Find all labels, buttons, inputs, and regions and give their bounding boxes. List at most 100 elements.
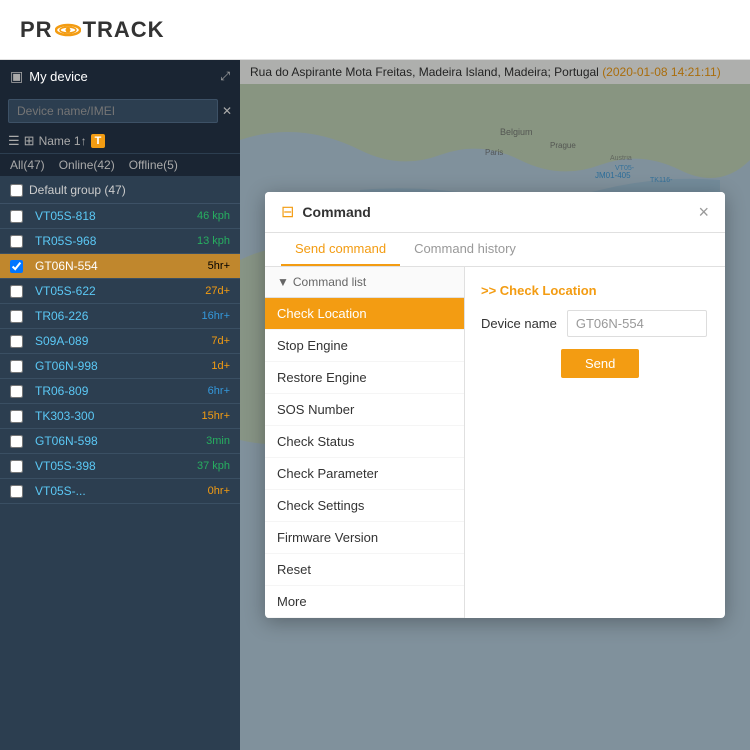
command-list-panel: ▼ Command list Check LocationStop Engine… xyxy=(265,267,465,618)
device-name-3: VT05S-622 xyxy=(35,284,96,298)
device-row[interactable]: S09A-089 7d+ xyxy=(0,329,240,354)
device-name-11: VT05S-... xyxy=(35,484,86,498)
device-list: Default group (47) VT05S-818 46 kph TR05… xyxy=(0,177,240,750)
device-checkbox-3[interactable] xyxy=(10,285,23,298)
device-checkbox-8[interactable] xyxy=(10,410,23,423)
device-status-6: 1d+ xyxy=(211,360,230,372)
logo-icon xyxy=(55,21,81,39)
device-icon: ▣ xyxy=(10,68,23,85)
expand-icon[interactable]: ⤢ xyxy=(220,69,230,84)
command-item-3[interactable]: SOS Number xyxy=(265,394,464,426)
search-clear-icon[interactable]: ✕ xyxy=(222,104,232,118)
device-row[interactable]: VT05S-622 27d+ xyxy=(0,279,240,304)
search-bar: ✕ xyxy=(0,93,240,129)
device-tabs: All(47) Online(42) Offline(5) xyxy=(0,154,240,177)
send-button[interactable]: Send xyxy=(561,349,639,378)
modal-body: ▼ Command list Check LocationStop Engine… xyxy=(265,267,725,618)
map-area: Rua do Aspirante Mota Freitas, Madeira I… xyxy=(240,60,750,750)
tab-all[interactable]: All(47) xyxy=(8,154,47,176)
check-location-link[interactable]: >> Check Location xyxy=(481,283,709,298)
device-status-10: 37 kph xyxy=(197,460,230,472)
command-item-9[interactable]: More xyxy=(265,586,464,618)
device-checkbox-7[interactable] xyxy=(10,385,23,398)
device-name-4: TR06-226 xyxy=(35,309,88,323)
device-row[interactable]: TR05S-968 13 kph xyxy=(0,229,240,254)
device-status-3: 27d+ xyxy=(205,285,230,297)
device-status-1: 13 kph xyxy=(197,235,230,247)
device-name-7: TR06-809 xyxy=(35,384,88,398)
device-checkbox-9[interactable] xyxy=(10,435,23,448)
search-input[interactable] xyxy=(8,99,218,123)
device-row[interactable]: TR06-226 16hr+ xyxy=(0,304,240,329)
device-row[interactable]: VT05S-... 0hr+ xyxy=(0,479,240,504)
command-modal: ⊟ Command × Send command Command history… xyxy=(265,192,725,618)
sort-button[interactable]: Name 1↑ xyxy=(39,134,87,148)
command-item-7[interactable]: Firmware Version xyxy=(265,522,464,554)
device-name-input[interactable] xyxy=(567,310,707,337)
tab-send-command[interactable]: Send command xyxy=(281,233,400,266)
device-name-5: S09A-089 xyxy=(35,334,88,348)
logo-text-before: PR xyxy=(20,17,53,43)
group-label: Default group (47) xyxy=(29,183,126,197)
device-row[interactable]: GT06N-554 5hr+ xyxy=(0,254,240,279)
device-checkbox-10[interactable] xyxy=(10,460,23,473)
device-name-row: Device name xyxy=(481,310,709,337)
sidebar-header-title: My device xyxy=(29,69,88,84)
device-row[interactable]: TK303-300 15hr+ xyxy=(0,404,240,429)
tab-command-history[interactable]: Command history xyxy=(400,233,530,266)
device-checkbox-0[interactable] xyxy=(10,210,23,223)
command-list-header: ▼ Command list xyxy=(265,267,464,298)
modal-title: Command xyxy=(302,204,370,220)
device-row[interactable]: TR06-809 6hr+ xyxy=(0,379,240,404)
logo-text-after: TRACK xyxy=(83,17,165,43)
tab-online[interactable]: Online(42) xyxy=(57,154,117,176)
top-bar: PR TRACK xyxy=(0,0,750,60)
modal-tabs: Send command Command history xyxy=(265,233,725,267)
modal-title-row: ⊟ Command xyxy=(281,202,371,222)
device-checkbox-6[interactable] xyxy=(10,360,23,373)
device-status-5: 7d+ xyxy=(211,335,230,347)
modal-close-button[interactable]: × xyxy=(698,203,709,221)
device-status-11: 0hr+ xyxy=(208,485,230,497)
device-status-8: 15hr+ xyxy=(202,410,230,422)
modal-header: ⊟ Command × xyxy=(265,192,725,233)
device-row[interactable]: VT05S-398 37 kph xyxy=(0,454,240,479)
command-item-8[interactable]: Reset xyxy=(265,554,464,586)
device-row[interactable]: GT06N-598 3min xyxy=(0,429,240,454)
device-row[interactable]: VT05S-818 46 kph xyxy=(0,204,240,229)
filter-bar: ☰ ⊞ Name 1↑ T xyxy=(0,129,240,154)
device-name-2: GT06N-554 xyxy=(35,259,98,273)
grid-view-icon[interactable]: ⊞ xyxy=(24,133,35,149)
device-status-2: 5hr+ xyxy=(208,260,230,272)
command-item-5[interactable]: Check Parameter xyxy=(265,458,464,490)
list-view-icon[interactable]: ☰ xyxy=(8,133,20,149)
device-checkbox-2[interactable] xyxy=(10,260,23,273)
command-item-6[interactable]: Check Settings xyxy=(265,490,464,522)
device-name-1: TR05S-968 xyxy=(35,234,96,248)
command-right-panel: >> Check Location Device name Send xyxy=(465,267,725,618)
command-item-1[interactable]: Stop Engine xyxy=(265,330,464,362)
group-checkbox[interactable] xyxy=(10,184,23,197)
sidebar-header: ▣ My device ⤢ xyxy=(0,60,240,93)
device-row[interactable]: GT06N-998 1d+ xyxy=(0,354,240,379)
command-item-4[interactable]: Check Status xyxy=(265,426,464,458)
device-status-0: 46 kph xyxy=(197,210,230,222)
logo: PR TRACK xyxy=(20,17,165,43)
command-item-0[interactable]: Check Location xyxy=(265,298,464,330)
device-status-7: 6hr+ xyxy=(208,385,230,397)
device-checkbox-4[interactable] xyxy=(10,310,23,323)
device-name-label: Device name xyxy=(481,316,557,331)
device-name-9: GT06N-598 xyxy=(35,434,98,448)
device-checkbox-1[interactable] xyxy=(10,235,23,248)
t-badge: T xyxy=(91,134,106,148)
device-name-10: VT05S-398 xyxy=(35,459,96,473)
collapse-icon[interactable]: ▼ xyxy=(277,275,289,289)
command-items-container: Check LocationStop EngineRestore EngineS… xyxy=(265,298,464,618)
sort-label: Name 1↑ xyxy=(39,134,87,148)
device-name-8: TK303-300 xyxy=(35,409,94,423)
device-checkbox-5[interactable] xyxy=(10,335,23,348)
command-item-2[interactable]: Restore Engine xyxy=(265,362,464,394)
tab-offline[interactable]: Offline(5) xyxy=(127,154,180,176)
device-name-6: GT06N-998 xyxy=(35,359,98,373)
device-checkbox-11[interactable] xyxy=(10,485,23,498)
